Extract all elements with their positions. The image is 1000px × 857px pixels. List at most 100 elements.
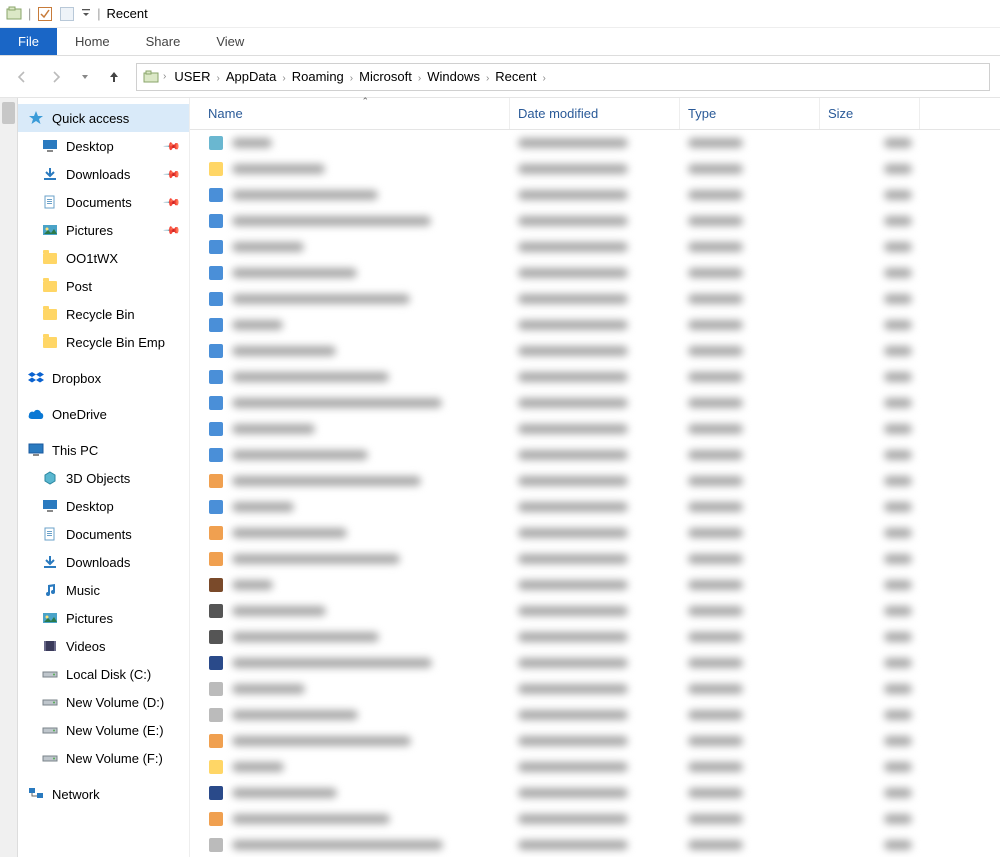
- breadcrumb-segment[interactable]: USER: [170, 69, 214, 84]
- file-icon: [208, 369, 224, 385]
- location-icon: [143, 69, 159, 85]
- sidebar-item[interactable]: Downloads: [18, 548, 189, 576]
- sidebar-item[interactable]: Recycle Bin: [18, 300, 189, 328]
- sidebar-item[interactable]: Pictures: [18, 604, 189, 632]
- table-row[interactable]: [190, 364, 1000, 390]
- breadcrumb-segment[interactable]: Windows: [423, 69, 484, 84]
- table-row[interactable]: [190, 754, 1000, 780]
- table-row[interactable]: [190, 780, 1000, 806]
- column-date-modified[interactable]: Date modified: [510, 98, 680, 129]
- chevron-right-icon[interactable]: ›: [161, 71, 168, 82]
- sidebar-item-quick-access[interactable]: Quick access: [18, 104, 189, 132]
- breadcrumb-segment[interactable]: AppData: [222, 69, 281, 84]
- table-row[interactable]: [190, 546, 1000, 572]
- file-list: Name ⌃ Date modified Type Size: [190, 98, 1000, 857]
- sidebar-item[interactable]: New Volume (E:): [18, 716, 189, 744]
- sidebar-item[interactable]: Videos: [18, 632, 189, 660]
- file-type: [680, 396, 820, 411]
- back-button[interactable]: [10, 65, 34, 89]
- table-row[interactable]: [190, 390, 1000, 416]
- column-type[interactable]: Type: [680, 98, 820, 129]
- sidebar-item[interactable]: Local Disk (C:): [18, 660, 189, 688]
- sidebar-item[interactable]: Pictures📌: [18, 216, 189, 244]
- table-row[interactable]: [190, 728, 1000, 754]
- table-row[interactable]: [190, 598, 1000, 624]
- qat-dropdown-icon[interactable]: [81, 6, 91, 22]
- qat-blank-icon[interactable]: [59, 6, 75, 22]
- qat-checkbox-icon[interactable]: [37, 6, 53, 22]
- recent-locations-button[interactable]: [78, 65, 92, 89]
- table-row[interactable]: [190, 494, 1000, 520]
- file-date: [510, 500, 680, 515]
- sidebar-item[interactable]: Desktop📌: [18, 132, 189, 160]
- file-type: [680, 292, 820, 307]
- sidebar-item[interactable]: New Volume (D:): [18, 688, 189, 716]
- file-date: [510, 136, 680, 151]
- table-row[interactable]: [190, 468, 1000, 494]
- tab-file[interactable]: File: [0, 28, 57, 55]
- sidebar-item[interactable]: Documents📌: [18, 188, 189, 216]
- table-row[interactable]: [190, 650, 1000, 676]
- chevron-right-icon[interactable]: ›: [541, 73, 548, 84]
- table-row[interactable]: [190, 806, 1000, 832]
- column-size[interactable]: Size: [820, 98, 920, 129]
- breadcrumb-segment[interactable]: Roaming: [288, 69, 348, 84]
- sidebar-item[interactable]: OO1tWX: [18, 244, 189, 272]
- sidebar-item[interactable]: Desktop: [18, 492, 189, 520]
- sidebar-item-network[interactable]: Network: [18, 780, 189, 808]
- file-type: [680, 422, 820, 437]
- tab-view[interactable]: View: [198, 28, 262, 55]
- file-type: [680, 604, 820, 619]
- table-row[interactable]: [190, 182, 1000, 208]
- sidebar-item-label: Recycle Bin: [66, 307, 189, 322]
- chevron-right-icon[interactable]: ›: [280, 73, 287, 84]
- file-size: [820, 396, 920, 411]
- address-bar[interactable]: › USER›AppData›Roaming›Microsoft›Windows…: [136, 63, 990, 91]
- file-icon: [208, 551, 224, 567]
- table-row[interactable]: [190, 702, 1000, 728]
- table-row[interactable]: [190, 676, 1000, 702]
- table-row[interactable]: [190, 208, 1000, 234]
- table-row[interactable]: [190, 156, 1000, 182]
- file-date: [510, 812, 680, 827]
- sidebar-item[interactable]: Music: [18, 576, 189, 604]
- sidebar-item-label: Downloads: [66, 555, 189, 570]
- file-name: [232, 474, 421, 489]
- forward-button[interactable]: [44, 65, 68, 89]
- table-row[interactable]: [190, 234, 1000, 260]
- sidebar-item-dropbox[interactable]: Dropbox: [18, 364, 189, 392]
- table-row[interactable]: [190, 338, 1000, 364]
- sidebar-item[interactable]: Post: [18, 272, 189, 300]
- sidebar-item-this-pc[interactable]: This PC: [18, 436, 189, 464]
- table-row[interactable]: [190, 832, 1000, 857]
- table-row[interactable]: [190, 572, 1000, 598]
- table-row[interactable]: [190, 520, 1000, 546]
- videos-icon: [42, 638, 58, 654]
- tab-share[interactable]: Share: [128, 28, 199, 55]
- window-title: Recent: [107, 6, 148, 21]
- up-button[interactable]: [102, 65, 126, 89]
- file-icon: [208, 135, 224, 151]
- tab-home[interactable]: Home: [57, 28, 128, 55]
- sidebar-item[interactable]: Downloads📌: [18, 160, 189, 188]
- breadcrumb-segment[interactable]: Microsoft: [355, 69, 416, 84]
- documents-icon: [42, 194, 58, 210]
- sidebar-item[interactable]: Documents: [18, 520, 189, 548]
- sidebar-item[interactable]: Recycle Bin Emp: [18, 328, 189, 356]
- sidebar-item[interactable]: 3D Objects: [18, 464, 189, 492]
- sidebar-item-onedrive[interactable]: OneDrive: [18, 400, 189, 428]
- table-row[interactable]: [190, 442, 1000, 468]
- table-row[interactable]: [190, 416, 1000, 442]
- sidebar-item[interactable]: New Volume (F:): [18, 744, 189, 772]
- table-row[interactable]: [190, 312, 1000, 338]
- breadcrumb-segment[interactable]: Recent: [491, 69, 540, 84]
- table-row[interactable]: [190, 286, 1000, 312]
- column-name[interactable]: Name ⌃: [200, 98, 510, 129]
- file-size: [820, 734, 920, 749]
- table-row[interactable]: [190, 260, 1000, 286]
- table-row[interactable]: [190, 624, 1000, 650]
- chevron-right-icon[interactable]: ›: [214, 73, 221, 84]
- table-row[interactable]: [190, 130, 1000, 156]
- sidebar-scrollbar[interactable]: [0, 98, 18, 857]
- file-type: [680, 838, 820, 853]
